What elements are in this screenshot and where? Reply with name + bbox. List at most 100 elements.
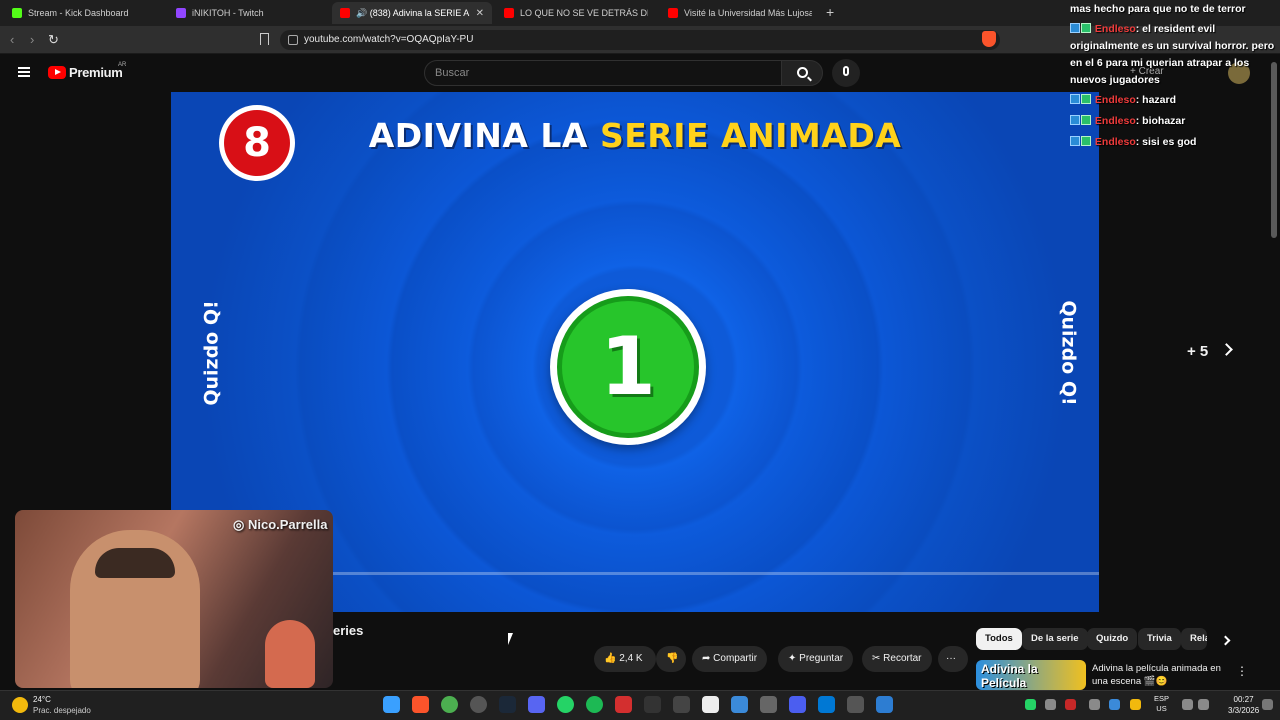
chat-text: : biohazar — [1135, 115, 1186, 127]
clock-time: 00:27 — [1233, 695, 1254, 704]
vscode-icon[interactable] — [818, 696, 835, 713]
tray-app-icon[interactable] — [1045, 699, 1056, 710]
more-items-count[interactable]: + 5 — [1187, 343, 1208, 360]
tab-twitch[interactable]: iNIKITOH - Twitch — [168, 2, 328, 24]
youtube-premium-label[interactable]: Premium — [69, 65, 123, 80]
ask-button[interactable]: ✦ Preguntar — [778, 646, 854, 672]
vip-badge-icon — [1081, 23, 1091, 33]
youtube-logo-icon[interactable] — [48, 66, 66, 79]
voice-search-button[interactable] — [832, 59, 860, 87]
close-icon[interactable]: ✕ — [476, 8, 484, 19]
thumbnail-text: Adivina la Película — [981, 662, 1038, 690]
recommended-title[interactable]: Adivina la película animada en una escen… — [1092, 662, 1227, 688]
figurine-image — [265, 620, 315, 688]
sub-badge-icon — [1070, 136, 1080, 146]
like-button[interactable]: 👍 2,4 K — [594, 646, 656, 672]
reload-icon[interactable]: ↻ — [48, 32, 59, 48]
mouse-cursor-icon — [508, 633, 513, 645]
new-tab-button[interactable]: + — [826, 4, 834, 20]
spotify-icon[interactable] — [586, 696, 603, 713]
app-window-icon[interactable] — [876, 696, 893, 713]
recommended-thumbnail[interactable]: Adivina la Película — [976, 660, 1086, 690]
tray-app-icon[interactable] — [1130, 699, 1141, 710]
region-code: AR — [118, 62, 127, 68]
forward-icon[interactable]: › — [30, 32, 34, 47]
quizdo-watermark-left: Quizdo Q! — [200, 300, 223, 406]
capcut-icon[interactable] — [644, 696, 661, 713]
steam-icon[interactable] — [499, 696, 516, 713]
countdown-timer: 1 — [550, 289, 706, 445]
tab-universidad[interactable]: Visité la Universidad Más Lujosa de E — [660, 2, 820, 24]
language-indicator[interactable]: ESP US — [1154, 694, 1169, 714]
notifications-icon[interactable] — [1262, 699, 1273, 710]
search-input[interactable]: Buscar — [424, 60, 782, 86]
more-vert-icon[interactable]: ⋮ — [1236, 664, 1248, 678]
sub-badge-icon — [1070, 115, 1080, 125]
progress-bar[interactable] — [331, 572, 1099, 575]
url-field[interactable]: youtube.com/watch?v=OQAQpIaY-PU — [280, 30, 1000, 50]
tab-peaky[interactable]: LO QUE NO SE VE DETRÁS DE PEAKY — [496, 2, 656, 24]
tray-red-icon[interactable] — [1065, 699, 1076, 710]
share-icon: ➦ — [702, 653, 711, 664]
network-icon[interactable] — [1182, 699, 1193, 710]
chips-chevron-right-icon[interactable] — [1220, 635, 1231, 646]
tab-kick-dashboard[interactable]: Stream - Kick Dashboard — [4, 2, 164, 24]
start-icon[interactable] — [383, 696, 400, 713]
chat-text: mas hecho para que no te de terror — [1070, 3, 1246, 15]
like-count: 2,4 K — [619, 653, 643, 664]
tray-app-icon[interactable] — [1109, 699, 1120, 710]
chrome-icon[interactable] — [441, 696, 458, 713]
more-actions-button[interactable]: ··· — [938, 646, 968, 672]
site-info-icon[interactable] — [288, 35, 298, 45]
dislike-button[interactable]: 👎 — [656, 646, 686, 672]
instagram-handle: ◎ Nico.Parrella — [233, 517, 327, 533]
chip-quizdo[interactable]: Quizdo — [1087, 628, 1138, 650]
chip-todos[interactable]: Todos — [976, 628, 1022, 650]
clip-button[interactable]: ✂ Recortar — [862, 646, 932, 672]
windows-taskbar: 24°C Prac. despejado ESP US 00:27 3/3/20… — [0, 690, 1280, 720]
app-indigo-icon[interactable] — [789, 696, 806, 713]
volume-icon[interactable] — [1198, 699, 1209, 710]
chip-relacionados[interactable]: Rela — [1181, 628, 1207, 650]
clip-label: Recortar — [883, 653, 922, 664]
twitch-icon — [176, 8, 186, 18]
tab-youtube-active[interactable]: 🔊 (838) Adivina la SERIE ANIMA ✕ — [332, 2, 492, 24]
chevron-right-icon[interactable] — [1220, 343, 1233, 356]
app-red-icon[interactable] — [615, 696, 632, 713]
tab-label: 🔊 (838) Adivina la SERIE ANIMA — [356, 7, 470, 18]
epic-games-icon[interactable] — [673, 696, 690, 713]
brave-icon[interactable] — [412, 696, 429, 713]
youtube-icon — [668, 8, 678, 18]
menu-icon[interactable] — [18, 67, 30, 77]
scissors-icon: ✂ — [872, 653, 881, 664]
app-blue-icon[interactable] — [731, 696, 748, 713]
thumbs-up-icon: 👍 — [604, 653, 617, 664]
chip-de-la-serie[interactable]: De la serie — [1022, 628, 1088, 650]
tray-whatsapp-icon[interactable] — [1025, 699, 1036, 710]
app-dark-icon[interactable] — [847, 696, 864, 713]
chat-message: Endleso: hazard — [1070, 92, 1280, 109]
notion-icon[interactable] — [702, 696, 719, 713]
back-icon[interactable]: ‹ — [10, 32, 14, 47]
whatsapp-icon[interactable] — [557, 696, 574, 713]
discord-icon[interactable] — [528, 696, 545, 713]
tab-label: LO QUE NO SE VE DETRÁS DE PEAKY — [520, 8, 648, 18]
weather-icon[interactable] — [12, 697, 28, 713]
obs-icon[interactable] — [470, 696, 487, 713]
system-clock[interactable]: 00:27 3/3/2026 — [1228, 694, 1259, 716]
chat-user: Endleso — [1094, 94, 1136, 106]
chip-trivia[interactable]: Trivia — [1138, 628, 1181, 650]
chat-user: Endleso — [1094, 136, 1136, 148]
share-button[interactable]: ➦ Compartir — [692, 646, 768, 672]
tab-label: Visité la Universidad Más Lujosa de E — [684, 8, 812, 18]
chat-message: Endleso: el resident evil originalmente … — [1070, 21, 1280, 89]
tray-app-icon[interactable] — [1089, 699, 1100, 710]
bookmark-icon[interactable] — [260, 33, 269, 45]
sub-badge-icon — [1070, 23, 1080, 33]
youtube-icon — [504, 8, 514, 18]
vip-badge-icon — [1081, 136, 1091, 146]
app-gray-icon[interactable] — [760, 696, 777, 713]
search-button[interactable] — [781, 60, 823, 86]
tab-label: Stream - Kick Dashboard — [28, 8, 129, 18]
brave-shield-icon[interactable] — [982, 31, 996, 47]
